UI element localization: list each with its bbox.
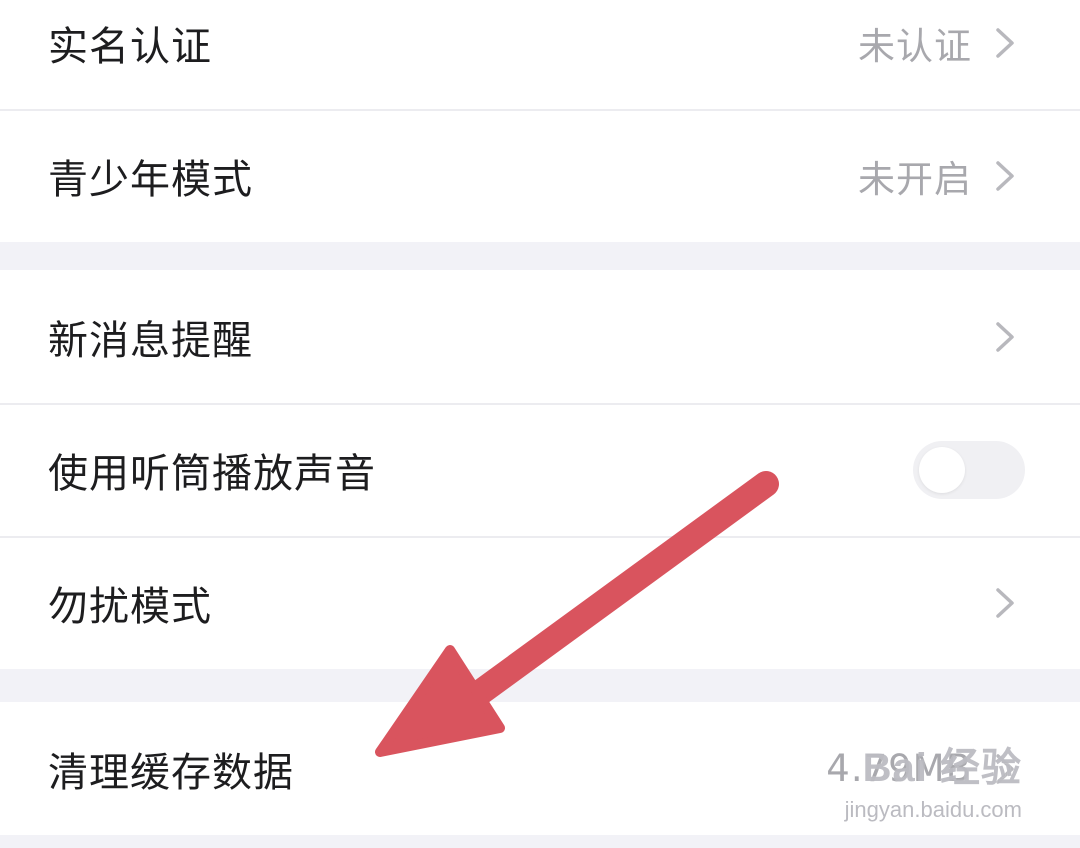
chevron-right-icon <box>996 753 1014 784</box>
settings-item-real-name-auth[interactable]: 实名认证 未认证 <box>0 0 1080 109</box>
chevron-right-icon <box>996 587 1014 618</box>
settings-item-value: 未开启 <box>858 157 972 201</box>
settings-item-teen-mode[interactable]: 青少年模式 未开启 <box>0 109 1080 242</box>
settings-item-new-message-alert[interactable]: 新消息提醒 <box>0 270 1080 403</box>
toggle-knob <box>919 446 965 493</box>
settings-group-account: 实名认证 未认证 青少年模式 未开启 <box>0 0 1080 242</box>
settings-item-label: 青少年模式 <box>48 156 253 203</box>
chevron-right-icon <box>996 160 1014 191</box>
earpiece-playback-toggle[interactable] <box>913 440 1025 499</box>
settings-group-storage: 清理缓存数据 4.79MB <box>0 702 1080 835</box>
settings-item-do-not-disturb[interactable]: 勿扰模式 <box>0 536 1080 669</box>
settings-screen: 实名认证 未认证 青少年模式 未开启 新消息提醒 使用听筒播放声音 勿扰模式 清… <box>0 0 1080 848</box>
chevron-right-icon <box>996 27 1014 58</box>
chevron-right-icon <box>996 321 1014 352</box>
settings-item-value: 未认证 <box>858 24 972 68</box>
settings-group-notifications: 新消息提醒 使用听筒播放声音 勿扰模式 <box>0 270 1080 669</box>
settings-item-value: 4.79MB <box>826 747 972 790</box>
settings-item-label: 新消息提醒 <box>48 317 253 364</box>
settings-item-label: 使用听筒播放声音 <box>48 450 376 497</box>
settings-item-label: 勿扰模式 <box>48 583 212 630</box>
settings-item-clear-cache[interactable]: 清理缓存数据 4.79MB <box>0 702 1080 835</box>
settings-item-label: 实名认证 <box>48 23 212 70</box>
settings-item-label: 清理缓存数据 <box>48 749 294 796</box>
settings-item-earpiece-playback: 使用听筒播放声音 <box>0 403 1080 536</box>
